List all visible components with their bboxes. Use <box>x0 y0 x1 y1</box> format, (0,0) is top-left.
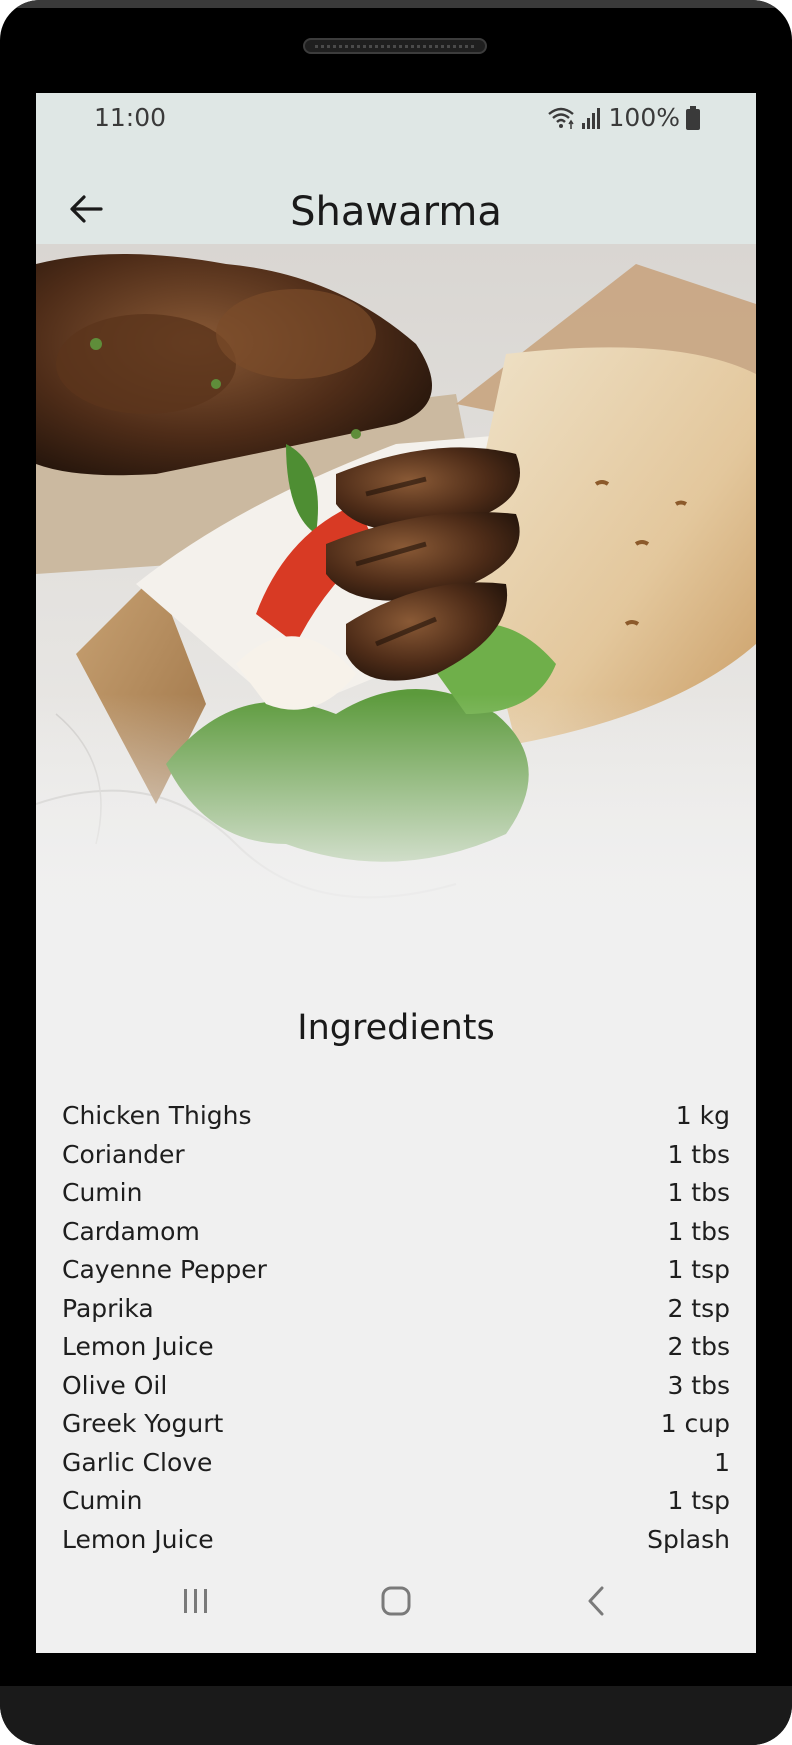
hero-fade-overlay <box>36 694 756 954</box>
signal-icon <box>581 107 603 129</box>
ingredient-amount: 2 tbs <box>667 1332 730 1361</box>
ingredient-row: Cumin 1 tsp <box>62 1486 730 1525</box>
ingredient-row: Cardamom 1 tbs <box>62 1217 730 1256</box>
wifi-icon <box>547 106 575 130</box>
ingredient-row: Coriander 1 tbs <box>62 1140 730 1179</box>
ingredient-amount: 1 tbs <box>667 1216 730 1246</box>
ingredient-name: Coriander <box>62 1139 185 1169</box>
status-time: 11:00 <box>94 103 167 132</box>
status-bar: 11:00 100% <box>36 93 756 151</box>
screen: 11:00 100% Shawarma Ingredients Chicken … <box>36 93 756 1653</box>
ingredients-heading: Ingredients <box>297 1008 495 1048</box>
ingredient-amount: 1 tsp <box>667 1255 730 1284</box>
recent-apps-icon <box>181 1587 211 1619</box>
ingredient-row: Greek Yogurt 1 cup <box>62 1409 730 1448</box>
recent-apps-button[interactable] <box>166 1581 226 1625</box>
ingredient-name: Olive Oil <box>62 1370 168 1400</box>
ingredient-row: Lemon Juice 2 tbs <box>62 1332 730 1371</box>
system-back-button[interactable] <box>566 1581 626 1625</box>
ingredient-name: Paprika <box>62 1293 154 1323</box>
ingredient-name: Cayenne Pepper <box>62 1255 267 1284</box>
battery-percent: 100% <box>608 103 680 132</box>
ingredient-name: Lemon Juice <box>62 1332 214 1361</box>
ingredient-amount: 3 tbs <box>667 1370 730 1400</box>
ingredient-row: Paprika 2 tsp <box>62 1294 730 1333</box>
home-button[interactable] <box>366 1581 426 1625</box>
ingredient-amount: 2 tsp <box>667 1293 730 1323</box>
ingredient-amount: 1 tbs <box>667 1178 730 1207</box>
home-icon <box>380 1585 412 1621</box>
ingredient-row: Olive Oil 3 tbs <box>62 1371 730 1410</box>
ingredient-name: Greek Yogurt <box>62 1409 224 1438</box>
phone-frame: 11:00 100% Shawarma Ingredients Chicken … <box>0 0 792 1745</box>
shawarma-hero-image <box>36 244 756 954</box>
back-icon <box>586 1585 606 1621</box>
ingredient-name: Chicken Thighs <box>62 1101 252 1130</box>
ingredient-row: Garlic Clove 1 <box>62 1448 730 1487</box>
phone-chin <box>0 1686 792 1745</box>
ingredient-row: Chicken Thighs 1 kg <box>62 1101 730 1140</box>
ingredient-amount: 1 cup <box>660 1409 730 1438</box>
ingredient-name: Cumin <box>62 1178 143 1207</box>
earpiece-speaker <box>303 38 487 54</box>
ingredient-name: Cumin <box>62 1486 143 1515</box>
ingredient-amount: 1 kg <box>675 1101 730 1130</box>
ingredient-amount: 1 tbs <box>667 1139 730 1169</box>
ingredient-row: Cumin 1 tbs <box>62 1178 730 1217</box>
system-nav-bar <box>36 1553 756 1653</box>
ingredient-list: Chicken Thighs 1 kg Coriander 1 tbs Cumin 1… <box>62 1101 730 1563</box>
phone-top-edge <box>8 0 784 8</box>
ingredient-name: Garlic Clove <box>62 1447 213 1477</box>
status-icons: 100% <box>547 103 700 132</box>
page-title: Shawarma <box>290 189 502 235</box>
ingredient-name: Cardamom <box>62 1216 200 1246</box>
battery-icon <box>686 105 700 130</box>
ingredient-row: Cayenne Pepper 1 tsp <box>62 1255 730 1294</box>
ingredient-amount: 1 tsp <box>667 1486 730 1515</box>
ingredient-amount: 1 <box>714 1447 730 1477</box>
